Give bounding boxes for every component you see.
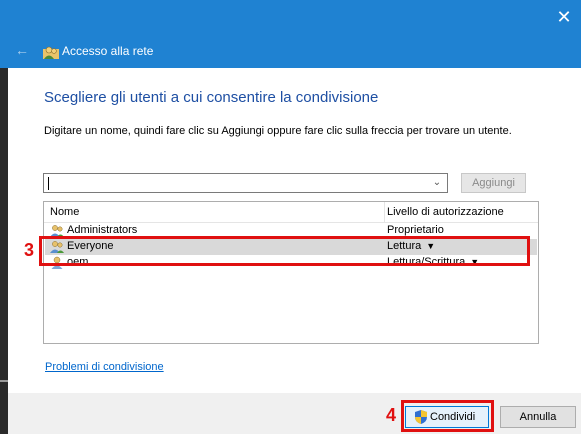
column-divider[interactable]	[384, 202, 385, 222]
text-caret	[48, 177, 49, 190]
cancel-button[interactable]: Annulla	[500, 406, 576, 428]
column-header-permission[interactable]: Livello di autorizzazione	[387, 206, 504, 218]
instructions-text: Digitare un nome, quindi fare clic su Ag…	[44, 125, 512, 137]
window-title: Accesso alla rete	[62, 44, 154, 58]
chevron-down-icon[interactable]: ⌄	[430, 175, 444, 191]
add-button[interactable]: Aggiungi	[461, 173, 526, 193]
annotation-number-4: 4	[386, 405, 397, 425]
dialog-footer: Condividi Annulla	[8, 393, 581, 434]
list-header: Nome Livello di autorizzazione	[44, 202, 538, 223]
annotation-number-3: 3	[24, 240, 35, 260]
network-users-icon	[43, 46, 59, 59]
user-name-combobox[interactable]: ⌄	[43, 173, 448, 193]
annotation-highlight-everyone	[39, 236, 530, 266]
user-permission-list[interactable]: Nome Livello di autorizzazione Administr…	[43, 201, 539, 344]
title-bar: ✕ ← Accesso alla rete	[0, 0, 581, 68]
background-window-divider	[0, 380, 8, 382]
permission-level: Proprietario	[387, 224, 444, 236]
sharing-problems-link[interactable]: Problemi di condivisione	[45, 361, 164, 373]
back-arrow-icon[interactable]: ←	[12, 40, 32, 60]
page-heading: Scegliere gli utenti a cui consentire la…	[44, 89, 379, 106]
close-button[interactable]: ✕	[547, 0, 581, 34]
column-header-name[interactable]: Nome	[50, 206, 79, 218]
annotation-highlight-share	[401, 400, 494, 432]
user-name: Administrators	[67, 224, 138, 236]
